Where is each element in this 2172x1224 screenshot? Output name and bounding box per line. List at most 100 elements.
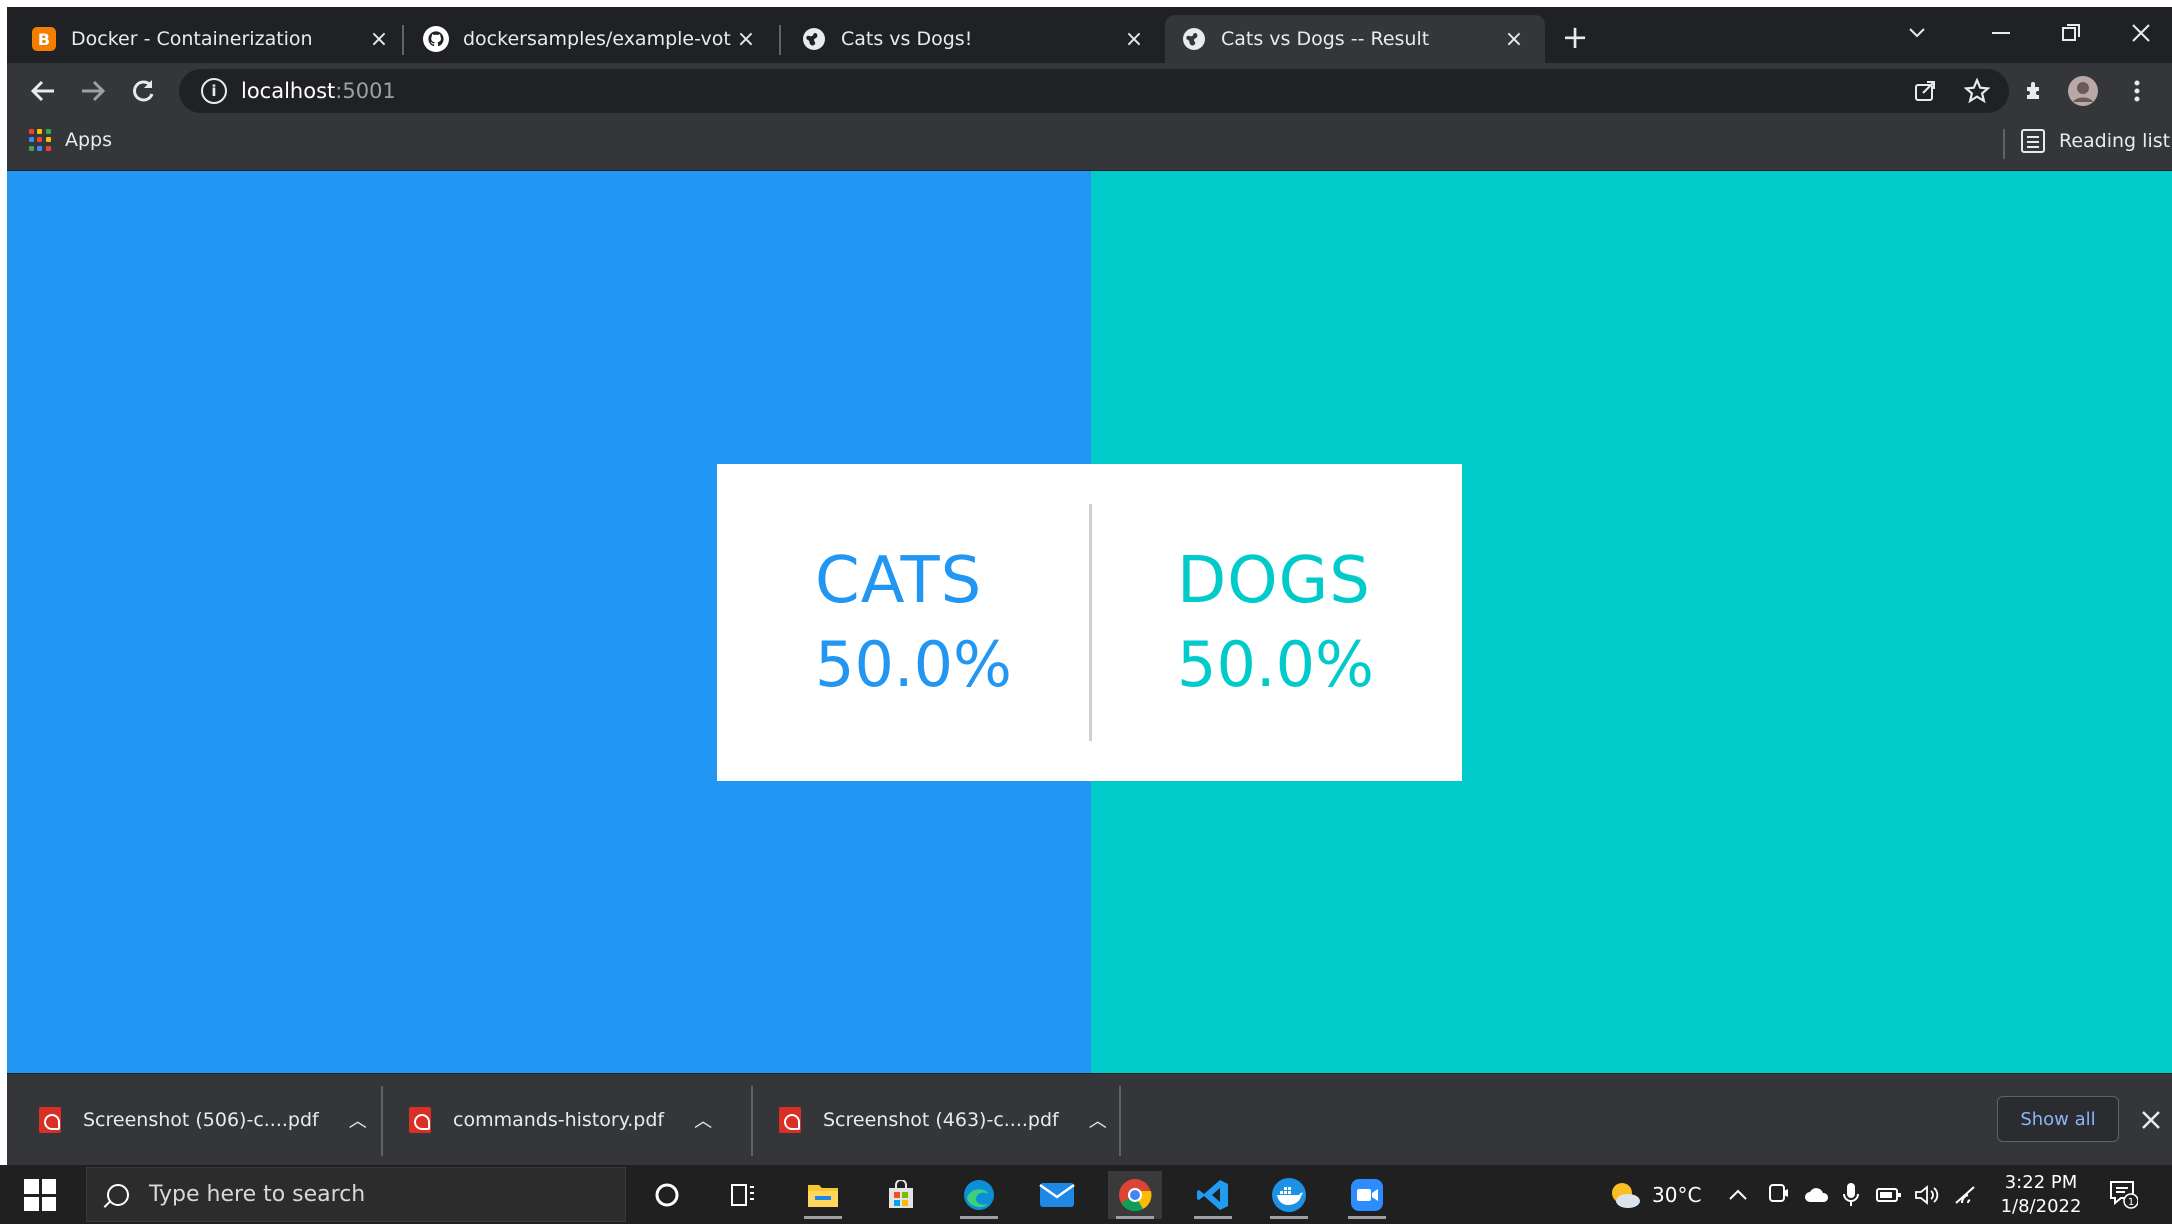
cats-label: CATS <box>815 543 983 618</box>
cats-percent: 50.0% <box>815 627 1012 701</box>
volume-icon[interactable] <box>1914 1175 1940 1215</box>
download-item[interactable]: Screenshot (506)-c....pdf ︿ <box>39 1092 367 1148</box>
docker-icon[interactable] <box>1262 1171 1316 1219</box>
clock-time: 3:22 PM <box>2004 1172 2078 1193</box>
dogs-percent: 50.0% <box>1177 627 1374 701</box>
close-tab-icon[interactable]: × <box>1119 24 1149 54</box>
address-bar[interactable]: i localhost:5001 <box>179 69 2009 113</box>
blogger-icon: B <box>31 26 57 52</box>
apps-label: Apps <box>65 129 113 151</box>
microphone-icon[interactable] <box>1842 1175 1860 1215</box>
back-arrow-icon[interactable] <box>23 71 63 111</box>
tab-cats-vs-dogs[interactable]: Cats vs Dogs! × <box>785 15 1165 63</box>
download-filename: commands-history.pdf <box>453 1109 665 1131</box>
globe-icon <box>1181 26 1207 52</box>
pdf-file-icon <box>409 1107 431 1133</box>
store-icon[interactable] <box>874 1171 928 1219</box>
vscode-icon[interactable] <box>1186 1171 1240 1219</box>
close-tab-icon[interactable]: × <box>364 24 394 54</box>
address-port: :5001 <box>335 79 396 103</box>
svg-text:B: B <box>38 30 50 49</box>
profile-avatar[interactable] <box>2065 73 2101 109</box>
tab-title: Docker - Containerization <box>71 28 313 50</box>
clock-date: 1/8/2022 <box>2000 1196 2082 1217</box>
weather-widget[interactable]: 30°C <box>1608 1175 1701 1215</box>
notification-count: 1 <box>2128 1197 2134 1208</box>
show-all-button[interactable]: Show all <box>1997 1096 2119 1142</box>
tab-separator <box>402 25 404 55</box>
tab-github-voting-app[interactable]: dockersamples/example-voting-a × <box>407 15 777 63</box>
weather-sun-icon <box>1612 1183 1640 1208</box>
download-shelf: Screenshot (506)-c....pdf ︿ commands-his… <box>7 1073 2172 1165</box>
windows-start-icon[interactable] <box>24 1179 56 1211</box>
browser-toolbar: i localhost:5001 <box>7 63 2172 119</box>
bookmarks-bar: Apps Reading list <box>7 119 2172 171</box>
share-icon[interactable] <box>1907 73 1943 109</box>
dogs-result: DOGS 50.0% <box>1092 464 1464 781</box>
bookmark-star-icon[interactable] <box>1959 73 1995 109</box>
menu-kebab-icon[interactable] <box>2119 73 2155 109</box>
tray-overflow-chevron-icon[interactable] <box>1728 1175 1748 1215</box>
zoom-icon[interactable] <box>1340 1171 1394 1219</box>
search-placeholder: Type here to search <box>149 1182 366 1207</box>
onedrive-cloud-icon[interactable] <box>1804 1175 1830 1215</box>
taskbar-search-box[interactable]: Type here to search <box>86 1167 626 1222</box>
chevron-up-icon[interactable]: ︿ <box>349 1107 367 1133</box>
result-card: CATS 50.0% DOGS 50.0% <box>717 464 1462 781</box>
tab-cats-vs-dogs-result[interactable]: Cats vs Dogs -- Result × <box>1165 15 1545 63</box>
taskbar-clock[interactable]: 3:22 PM 1/8/2022 <box>1996 1171 2086 1219</box>
close-tab-icon[interactable]: × <box>1499 24 1529 54</box>
new-tab-button[interactable]: + <box>1555 17 1595 57</box>
close-tab-icon[interactable]: × <box>731 24 761 54</box>
result-page: CATS 50.0% DOGS 50.0% <box>7 171 2172 1073</box>
download-item[interactable]: Screenshot (463)-c....pdf ︿ <box>779 1092 1107 1148</box>
tab-title: Cats vs Dogs! <box>841 28 973 50</box>
apps-bookmark[interactable]: Apps <box>29 129 112 151</box>
task-view-icon[interactable] <box>716 1171 770 1219</box>
dogs-label: DOGS <box>1177 543 1371 618</box>
tab-search-icon[interactable] <box>1887 11 1947 55</box>
forward-arrow-icon[interactable] <box>73 71 113 111</box>
chrome-icon[interactable] <box>1108 1171 1162 1219</box>
file-explorer-icon[interactable] <box>796 1171 850 1219</box>
cortana-icon[interactable] <box>640 1171 694 1219</box>
download-filename: Screenshot (506)-c....pdf <box>83 1109 319 1131</box>
meet-now-icon[interactable] <box>1768 1175 1790 1215</box>
search-icon <box>107 1183 129 1206</box>
tab-strip: B Docker - Containerization × dockersamp… <box>7 7 2172 63</box>
tab-separator <box>779 25 781 55</box>
mail-icon[interactable] <box>1030 1171 1084 1219</box>
cats-result: CATS 50.0% <box>717 464 1089 781</box>
reading-list-icon <box>2021 129 2045 153</box>
pdf-file-icon <box>39 1107 61 1133</box>
close-window-icon[interactable] <box>2111 11 2171 55</box>
restore-icon[interactable] <box>2041 11 2101 55</box>
address-host: localhost <box>241 79 336 103</box>
github-icon <box>423 26 449 52</box>
chevron-up-icon[interactable]: ︿ <box>694 1107 712 1133</box>
download-item[interactable]: commands-history.pdf ︿ <box>409 1092 712 1148</box>
download-separator <box>1119 1086 1121 1156</box>
edge-icon[interactable] <box>952 1171 1006 1219</box>
windows-taskbar: Type here to search 30°C 3:22 PM 1/8/202… <box>0 1165 2172 1224</box>
notification-center-icon[interactable]: 1 <box>2108 1179 2139 1209</box>
reload-icon[interactable] <box>123 71 163 111</box>
battery-icon[interactable] <box>1876 1175 1902 1215</box>
close-shelf-icon[interactable] <box>2133 1102 2169 1138</box>
weather-temperature: 30°C <box>1652 1183 1702 1207</box>
extensions-icon[interactable] <box>2017 73 2053 109</box>
reading-list-label: Reading list <box>2059 130 2171 152</box>
pdf-file-icon <box>779 1107 801 1133</box>
download-separator <box>381 1086 383 1156</box>
minimize-icon[interactable] <box>1971 11 2031 55</box>
globe-icon <box>801 26 827 52</box>
site-info-icon[interactable]: i <box>201 78 227 104</box>
reading-list-button[interactable]: Reading list <box>2021 129 2170 153</box>
apps-grid-icon <box>29 129 51 151</box>
chevron-up-icon[interactable]: ︿ <box>1089 1107 1107 1133</box>
download-filename: Screenshot (463)-c....pdf <box>823 1109 1059 1131</box>
wifi-icon[interactable] <box>1954 1175 1976 1215</box>
bookmarks-divider <box>2003 129 2005 159</box>
tab-docker-containerization[interactable]: B Docker - Containerization × <box>15 15 410 63</box>
tab-title: dockersamples/example-voting-a <box>463 28 731 50</box>
